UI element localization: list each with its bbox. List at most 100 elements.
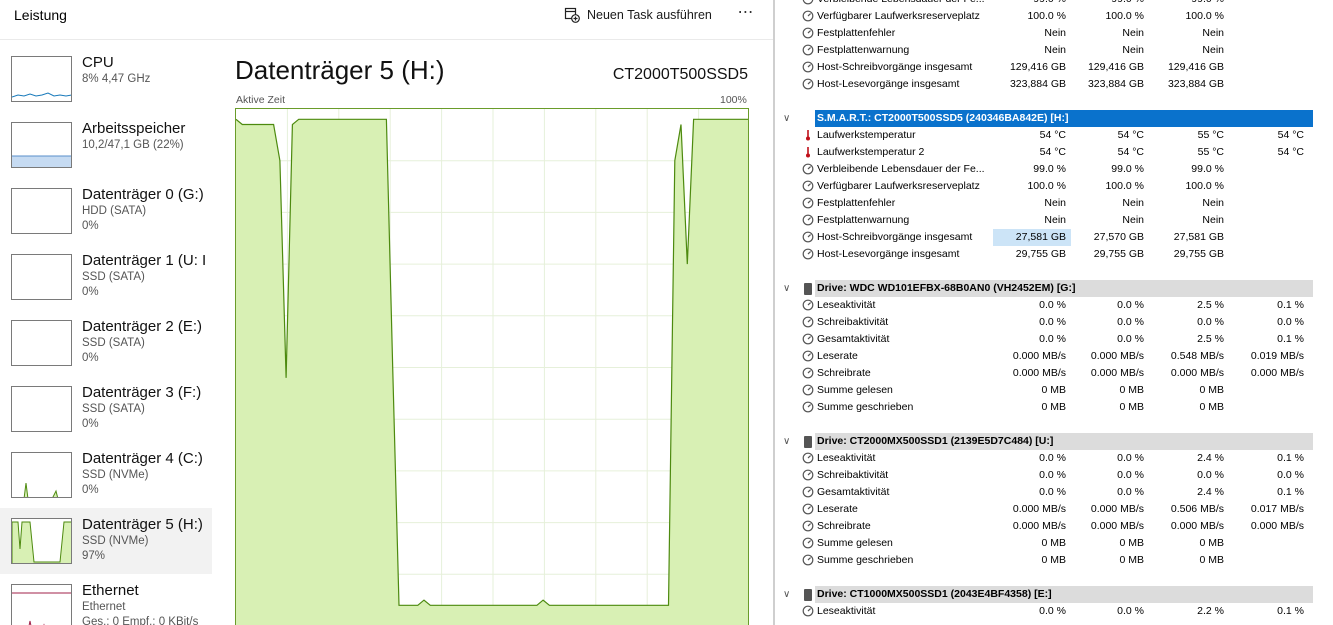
sensor-label: Schreibaktivität xyxy=(817,316,889,328)
sensor-row[interactable]: Leseaktivität 0.0 % 0.0 % 2.5 % 0.1 % xyxy=(777,297,1313,314)
sidebar-item[interactable]: Datenträger 3 (F:) SSD (SATA) 0% xyxy=(0,376,212,442)
sensor-label: Festplattenfehler xyxy=(817,197,896,209)
section-label: S.M.A.R.T.: CT2000T500SSD5 (240346BA842E… xyxy=(817,112,1069,124)
sensor-row[interactable]: Summe gelesen 0 MB 0 MB 0 MB xyxy=(777,535,1313,552)
sensor-section-header[interactable]: ∨ Drive: CT1000MX500SSD1 (2043E4BF4358) [… xyxy=(777,586,1313,603)
sensor-max-value: 27,581 GB xyxy=(1173,231,1224,243)
sensor-row[interactable]: Verfügbarer Laufwerksreserveplatz 100.0 %… xyxy=(777,178,1313,195)
gauge-icon xyxy=(802,214,814,226)
sidebar-item-detail: Ethernet xyxy=(82,601,126,613)
sidebar-item[interactable]: Ethernet Ethernet Ges.: 0 Empf.: 0 KBit/s xyxy=(0,574,212,625)
collapse-chevron-icon[interactable]: ∨ xyxy=(783,110,795,127)
sensor-row[interactable]: Summe gelesen 0 MB 0 MB 0 MB xyxy=(777,382,1313,399)
sidebar-item-value: Ges.: 0 Empf.: 0 KBit/s xyxy=(82,616,199,625)
sensor-row[interactable]: Schreibrate 0.000 MB/s 0.000 MB/s 0.000 MB/… xyxy=(777,518,1313,535)
sensor-row[interactable]: Schreibrate 0.000 MB/s 0.000 MB/s 0.000 MB/… xyxy=(777,365,1313,382)
sensor-row[interactable]: Schreibaktivität 0.0 % 0.0 % 0.0 % 0.0 % xyxy=(777,467,1313,484)
sensor-row[interactable]: Leserate 0.000 MB/s 0.000 MB/s 0.548 MB/s 0.… xyxy=(777,348,1313,365)
gauge-icon xyxy=(802,486,814,498)
sensor-min-value: 0 MB xyxy=(1119,537,1144,549)
sensor-section-header[interactable]: ∨ Drive: WDC WD101EFBX-68B0AN0 (VH2452EM)… xyxy=(777,280,1313,297)
gauge-icon xyxy=(802,503,814,515)
sensor-label: Festplattenwarnung xyxy=(817,44,910,56)
sensor-row[interactable]: Summe geschrieben 0 MB 0 MB 0 MB xyxy=(777,399,1313,416)
sensor-avg-value: 54 °C xyxy=(1277,129,1304,141)
sensor-section-header[interactable]: ∨ Drive: CT2000MX500SSD1 (2139E5D7C484) [… xyxy=(777,433,1313,450)
collapse-chevron-icon[interactable]: ∨ xyxy=(783,280,795,297)
sensor-max-value: 0.000 MB/s xyxy=(1170,520,1224,532)
sensor-row[interactable]: Host-Lesevorgänge insgesamt 29,755 GB 29,7… xyxy=(777,246,1313,263)
sensor-min-value: Nein xyxy=(1122,27,1144,39)
sidebar-item[interactable]: Datenträger 5 (H:) SSD (NVMe) 97% xyxy=(0,508,212,574)
sensor-row[interactable]: Schreibaktivität 0.0 % 0.0 % 0.0 % 0.0 % xyxy=(777,314,1313,331)
sensor-max-value: 0 MB xyxy=(1199,401,1224,413)
sensor-row[interactable]: Leserate 0.000 MB/s 0.000 MB/s 0.506 MB/s 0.… xyxy=(777,501,1313,518)
task-manager-window: Leistung Neuen Task ausführen ⋯ CPU 8% 4,… xyxy=(0,0,773,625)
more-options-button[interactable]: ⋯ xyxy=(736,3,756,23)
sensor-row[interactable]: Verfügbarer Laufwerksreserveplatz 100.0 %… xyxy=(777,8,1313,25)
sensor-avg-value: 0.1 % xyxy=(1277,605,1304,617)
section-label: Drive: CT2000MX500SSD1 (2139E5D7C484) [U… xyxy=(817,435,1054,447)
sensor-label: Gesamtaktivität xyxy=(817,486,890,498)
drive-icon xyxy=(804,113,812,125)
sensor-current-value: 27,581 GB xyxy=(993,229,1071,246)
sensor-label: Leserate xyxy=(817,350,858,362)
sensor-current-value: 0.000 MB/s xyxy=(1012,367,1066,379)
sensor-max-value: Nein xyxy=(1202,214,1224,226)
drive-icon xyxy=(804,436,812,448)
sensor-row[interactable]: Festplattenfehler Nein Nein Nein xyxy=(777,195,1313,212)
sensor-current-value: Nein xyxy=(1044,214,1066,226)
sidebar-item[interactable]: Datenträger 4 (C:) SSD (NVMe) 0% xyxy=(0,442,212,508)
sensor-min-value: 0.0 % xyxy=(1117,299,1144,311)
sensor-current-value: 0 MB xyxy=(1041,537,1066,549)
performance-sidebar: CPU 8% 4,47 GHz Arbeitsspeicher 10,2/47,1 G… xyxy=(0,46,212,625)
sensor-row[interactable]: Gesamtaktivität 0.0 % 0.0 % 2.4 % 0.1 % xyxy=(777,484,1313,501)
sidebar-thumbnail-graph xyxy=(11,518,72,564)
sensor-row[interactable]: Host-Lesevorgänge insgesamt 323,884 GB 323… xyxy=(777,76,1313,93)
sensor-row[interactable]: Host-Schreibvorgänge insgesamt 129,416 GB… xyxy=(777,59,1313,76)
sensor-row[interactable]: Leseaktivität 0.0 % 0.0 % 2.2 % 0.1 % xyxy=(777,603,1313,620)
sensor-min-value: Nein xyxy=(1122,44,1144,56)
run-new-task-button[interactable]: Neuen Task ausführen xyxy=(564,5,712,25)
sensor-row[interactable]: Leseaktivität 0.0 % 0.0 % 2.4 % 0.1 % xyxy=(777,450,1313,467)
sidebar-item-value: 0% xyxy=(82,484,99,496)
sensor-avg-value: 0.1 % xyxy=(1277,452,1304,464)
sensor-current-value: 100.0 % xyxy=(1027,10,1066,22)
sensor-row[interactable]: Gesamtaktivität 0.0 % 0.0 % 2.5 % 0.1 % xyxy=(777,331,1313,348)
sensor-label: Schreibrate xyxy=(817,520,871,532)
sensor-row[interactable]: Festplattenwarnung Nein Nein Nein xyxy=(777,212,1313,229)
sensor-max-value: 100.0 % xyxy=(1185,180,1224,192)
sidebar-item-name: Arbeitsspeicher xyxy=(82,120,186,137)
sensor-current-value: 0.000 MB/s xyxy=(1012,520,1066,532)
sidebar-item[interactable]: CPU 8% 4,47 GHz xyxy=(0,46,212,112)
sensor-row[interactable]: Host-Schreibvorgänge insgesamt 27,581 GB 2… xyxy=(777,229,1313,246)
sensor-row[interactable]: Summe geschrieben 0 MB 0 MB 0 MB xyxy=(777,552,1313,569)
sensor-max-value: 29,755 GB xyxy=(1173,248,1224,260)
sensor-max-value: 55 °C xyxy=(1197,129,1224,141)
sensor-row[interactable]: Festplattenfehler Nein Nein Nein xyxy=(777,25,1313,42)
sensor-row[interactable]: Laufwerkstemperatur 2 54 °C 54 °C 55 °C 54 °… xyxy=(777,144,1313,161)
collapse-chevron-icon[interactable]: ∨ xyxy=(783,433,795,450)
new-task-icon xyxy=(564,7,580,23)
sensor-label: Verbleibende Lebensdauer der Fe... xyxy=(817,0,993,8)
sensor-min-value: 0 MB xyxy=(1119,384,1144,396)
sensor-label: Verfügbarer Laufwerksreserveplatz xyxy=(817,10,980,22)
sensor-max-value: 0 MB xyxy=(1199,384,1224,396)
sensor-max-value: Nein xyxy=(1202,44,1224,56)
sidebar-item[interactable]: Datenträger 0 (G:) HDD (SATA) 0% xyxy=(0,178,212,244)
sidebar-item[interactable]: Datenträger 1 (U: I SSD (SATA) 0% xyxy=(0,244,212,310)
sensor-current-value: 0.000 MB/s xyxy=(1012,350,1066,362)
sensor-row[interactable]: Laufwerkstemperatur 54 °C 54 °C 55 °C 54 °C xyxy=(777,127,1313,144)
sidebar-item[interactable]: Datenträger 2 (E:) SSD (SATA) 0% xyxy=(0,310,212,376)
sensor-label: Host-Schreibvorgänge insgesamt xyxy=(817,231,973,243)
hwinfo-sensors-panel: Verbleibende Lebensdauer der Fe... 99.0 %… xyxy=(773,0,1333,625)
gauge-icon xyxy=(802,537,814,549)
sidebar-item[interactable]: Arbeitsspeicher 10,2/47,1 GB (22%) xyxy=(0,112,212,178)
sidebar-item-name: Datenträger 5 (H:) xyxy=(82,516,203,533)
sensor-min-value: 99.0 % xyxy=(1111,163,1144,175)
sensor-row[interactable]: Verbleibende Lebensdauer der Fe...99.0 %… xyxy=(777,0,1313,8)
sensor-row[interactable]: Verbleibende Lebensdauer der Fe...99.0 %… xyxy=(777,161,1313,178)
sensor-section-header[interactable]: ∨ S.M.A.R.T.: CT2000T500SSD5 (240346BA842… xyxy=(777,110,1313,127)
collapse-chevron-icon[interactable]: ∨ xyxy=(783,586,795,603)
sensor-row[interactable]: Festplattenwarnung Nein Nein Nein xyxy=(777,42,1313,59)
